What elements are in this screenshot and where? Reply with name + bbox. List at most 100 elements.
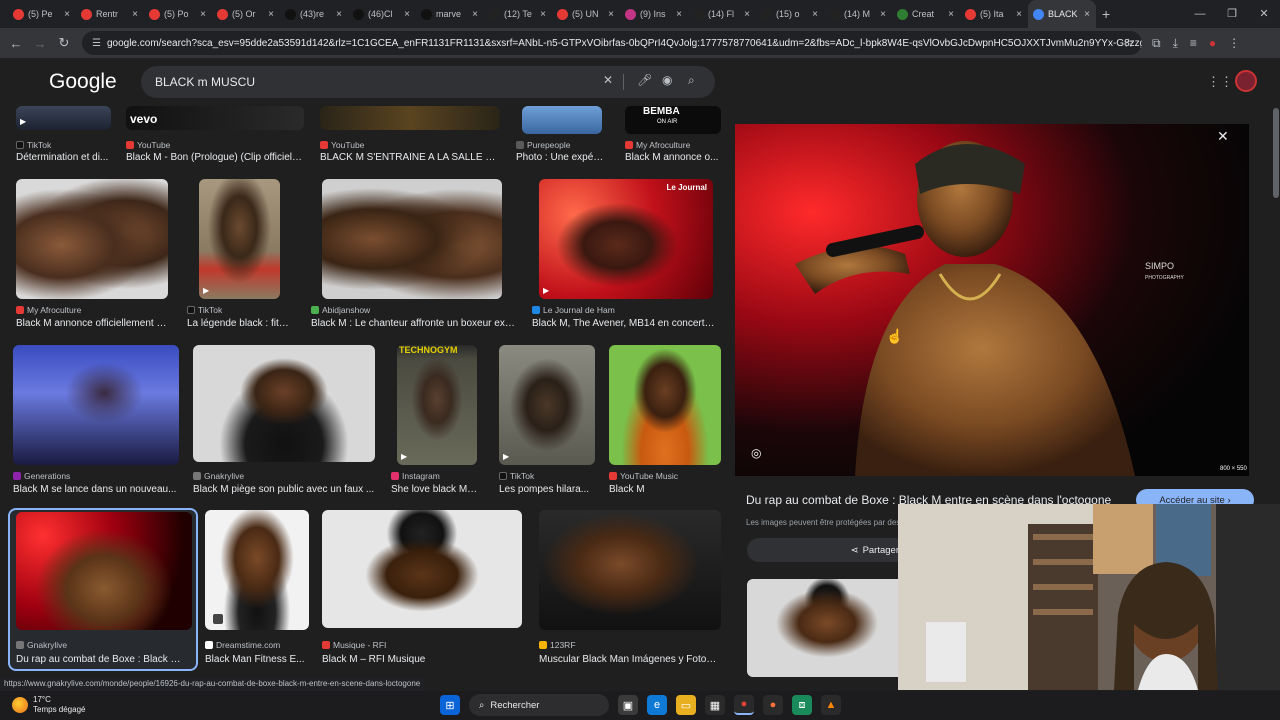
tab-close-icon[interactable]: × (64, 9, 70, 20)
result-thumbnail[interactable]: ▶ (199, 179, 280, 299)
back-icon[interactable]: ← (4, 36, 28, 51)
preview-image[interactable]: SIMPO PHOTOGRAPHY (735, 124, 1249, 476)
reload-icon[interactable]: ↻ (52, 35, 76, 51)
lens-search-icon[interactable]: ◎ (751, 446, 761, 460)
browser-tab[interactable]: (5) Pe × (8, 0, 76, 28)
google-logo[interactable]: Google (49, 70, 117, 94)
result-thumbnail[interactable] (539, 510, 721, 630)
search-icon[interactable]: ⌕ (688, 73, 695, 88)
avatar[interactable] (1235, 70, 1257, 92)
tab-close-icon[interactable]: × (1084, 9, 1090, 20)
scrollbar-thumb[interactable] (1273, 108, 1279, 198)
result-title[interactable]: Black M annonce officiellement s... (16, 318, 168, 329)
windows-start-icon[interactable]: ⊞ (440, 695, 460, 715)
result-thumbnail[interactable]: ▶ (16, 106, 111, 130)
browser-tab[interactable]: (5) Po × (144, 0, 212, 28)
forward-icon[interactable]: → (28, 36, 52, 51)
result-title[interactable]: Black M : Le chanteur affronte un boxeur… (311, 318, 516, 329)
result-thumbnail[interactable] (322, 179, 502, 299)
tab-close-icon[interactable]: × (404, 9, 410, 20)
result-title[interactable]: Black Man Fitness E... (205, 654, 309, 665)
tab-close-icon[interactable]: × (744, 9, 750, 20)
browser-tab[interactable]: (5) Or × (212, 0, 280, 28)
lens-icon[interactable]: ◉ (662, 73, 672, 87)
result-title[interactable]: Black M - Bon (Prologue) (Clip officiel)… (126, 152, 304, 163)
firefox-icon[interactable]: ● (763, 695, 783, 715)
search-box[interactable]: BLACK m MUSCU ✕ 🎤︎ ◉ ⌕ (141, 66, 715, 98)
file-explorer-icon[interactable]: ▭ (676, 695, 696, 715)
search-input[interactable]: BLACK m MUSCU (155, 75, 255, 89)
result-title[interactable]: Du rap au combat de Boxe : Black M ... (16, 654, 188, 665)
edge-icon[interactable]: e (647, 695, 667, 715)
browser-tab[interactable]: (43)re × (280, 0, 348, 28)
result-thumbnail[interactable]: vevo (126, 106, 304, 130)
share-button[interactable]: ⋖ Partager (747, 538, 907, 562)
result-thumbnail[interactable]: Le Journal ▶ (539, 179, 713, 299)
browser-tab[interactable]: (12) Te × (484, 0, 552, 28)
tab-close-icon[interactable]: × (608, 9, 614, 20)
result-thumbnail[interactable] (322, 510, 522, 628)
mic-icon[interactable]: 🎤︎ (637, 73, 652, 87)
browser-tab[interactable]: Creat × (892, 0, 960, 28)
result-title[interactable]: Détermination et di... (16, 152, 111, 163)
menu-icon[interactable]: ⋮ (1228, 36, 1240, 50)
browser-tab[interactable]: (9) Ins × (620, 0, 688, 28)
result-title[interactable]: Black M – RFI Musique (322, 654, 522, 665)
minimize-button[interactable]: — (1184, 0, 1216, 28)
result-title[interactable]: She love black Me... (391, 484, 481, 495)
browser-tab[interactable]: (5) Ita × (960, 0, 1028, 28)
result-thumbnail[interactable] (205, 510, 309, 630)
clear-icon[interactable]: ✕ (603, 73, 613, 87)
result-thumbnail[interactable] (16, 512, 192, 630)
site-info-icon[interactable]: ☰ (92, 38, 101, 49)
result-title[interactable]: BLACK M S'ENTRAÎNE A LA SALLE D... (320, 152, 500, 163)
result-title[interactable]: Muscular Black Man Imágenes y Fotos ... (539, 654, 721, 665)
weather-widget[interactable]: 17°C Temps dégagé (12, 695, 85, 715)
result-title[interactable]: Les pompes hilara... (499, 484, 599, 495)
browser-tab[interactable]: (46)Cl × (348, 0, 416, 28)
tab-close-icon[interactable]: × (132, 9, 138, 20)
result-thumbnail[interactable] (609, 345, 721, 465)
result-title[interactable]: La légende black : fitn... (187, 318, 292, 329)
tab-close-icon[interactable]: × (336, 9, 342, 20)
browser-tab[interactable]: (14) M × (824, 0, 892, 28)
result-title[interactable]: Black M (609, 484, 721, 495)
result-thumbnail[interactable] (13, 345, 179, 465)
omnibox[interactable]: ☰ google.com/search?sca_esv=95dde2a53591… (82, 31, 1142, 55)
close-window-button[interactable]: ✕ (1248, 0, 1280, 28)
related-image[interactable] (747, 579, 907, 677)
browser-tab[interactable]: BLACK × (1028, 0, 1096, 28)
tab-close-icon[interactable]: × (676, 9, 682, 20)
tab-close-icon[interactable]: × (268, 9, 274, 20)
result-thumbnail[interactable]: ▶ (499, 345, 595, 465)
vlc-icon[interactable]: ▲ (821, 695, 841, 715)
chrome-icon[interactable]: ● (734, 695, 754, 715)
result-title[interactable]: Black M, The Avener, MB14 en concert g..… (532, 318, 717, 329)
tab-close-icon[interactable]: × (812, 9, 818, 20)
media-icon[interactable]: ≡ (1190, 36, 1197, 50)
new-tab-button[interactable]: + (1102, 6, 1110, 22)
profile-icon[interactable]: ● (1209, 36, 1216, 50)
tab-close-icon[interactable]: × (1016, 9, 1022, 20)
result-thumbnail[interactable] (522, 106, 602, 134)
result-title[interactable]: Photo : Une expéri... (516, 152, 606, 163)
result-title[interactable]: Black M piège son public avec un faux ..… (193, 484, 375, 495)
store-icon[interactable]: ▦ (705, 695, 725, 715)
browser-tab[interactable]: (14) Fl × (688, 0, 756, 28)
result-thumbnail[interactable] (320, 106, 500, 130)
result-title[interactable]: Black M se lance dans un nouveau... (13, 484, 179, 495)
browser-tab[interactable]: (15) o × (756, 0, 824, 28)
extensions-icon[interactable]: ⧉ (1152, 36, 1161, 51)
browser-tab[interactable]: marve × (416, 0, 484, 28)
download-icon[interactable]: ⤓ (1173, 36, 1178, 51)
bookmark-star-icon[interactable]: ☆ (1123, 36, 1134, 50)
browser-tab[interactable]: Rentr × (76, 0, 144, 28)
tab-close-icon[interactable]: × (200, 9, 206, 20)
result-title[interactable]: Black M annonce o... (625, 152, 721, 163)
tab-close-icon[interactable]: × (472, 9, 478, 20)
result-thumbnail[interactable] (16, 179, 168, 299)
tab-close-icon[interactable]: × (948, 9, 954, 20)
result-thumbnail[interactable]: TECHNOGYM ▶ (397, 345, 477, 465)
taskbar-search[interactable]: ⌕ Rechercher (469, 694, 609, 716)
app-icon[interactable]: ⧈ (792, 695, 812, 715)
